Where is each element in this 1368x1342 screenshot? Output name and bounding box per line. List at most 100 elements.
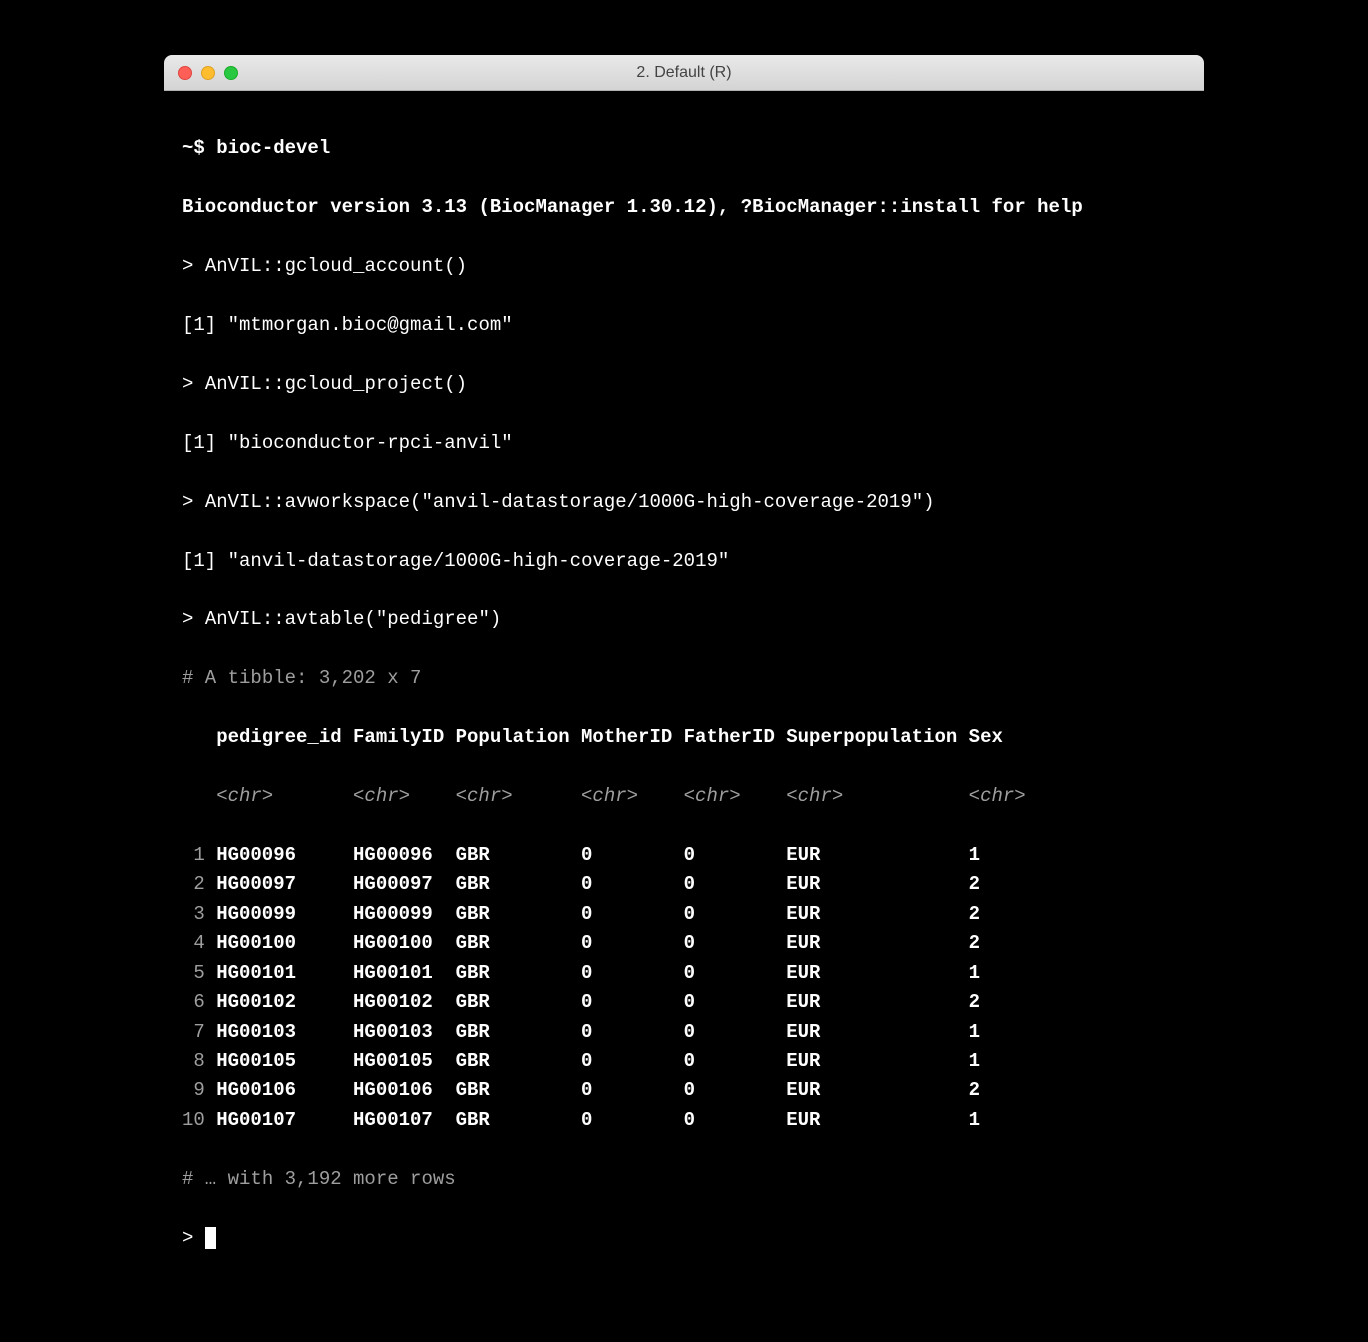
- cursor-icon: [205, 1227, 216, 1249]
- cell-sex: 1: [969, 841, 980, 870]
- cell-sex: 2: [969, 1076, 980, 1105]
- table-row: 9 HG00106 HG00106GBR00EUR2: [182, 1076, 1186, 1105]
- tibble-footer: # … with 3,192 more rows: [182, 1165, 1186, 1194]
- cell-mother-id: 0: [581, 870, 684, 899]
- r-command: AnVIL::gcloud_project(): [205, 373, 467, 395]
- row-num: 1: [182, 841, 205, 870]
- r-line: > AnVIL::avtable("pedigree"): [182, 605, 1186, 634]
- cell-pedigree-id: HG00106: [216, 1076, 341, 1105]
- cell-pedigree-id: HG00100: [216, 929, 341, 958]
- cell-father-id: 0: [684, 841, 787, 870]
- cell-sex: 1: [969, 959, 980, 988]
- cell-family-id: HG00101: [353, 959, 456, 988]
- col-header: FamilyID: [353, 723, 456, 752]
- cell-sex: 1: [969, 1106, 980, 1135]
- cell-family-id: HG00106: [353, 1076, 456, 1105]
- r-prompt: >: [182, 1227, 205, 1249]
- row-num: 2: [182, 870, 205, 899]
- cell-mother-id: 0: [581, 988, 684, 1017]
- cell-pedigree-id: HG00101: [216, 959, 341, 988]
- cell-population: GBR: [456, 870, 581, 899]
- col-header: Superpopulation: [786, 723, 968, 752]
- cell-family-id: HG00099: [353, 900, 456, 929]
- cell-superpopulation: EUR: [786, 870, 968, 899]
- cell-mother-id: 0: [581, 900, 684, 929]
- terminal-window: 2. Default (R) ~$ bioc-devel Bioconducto…: [164, 55, 1204, 1342]
- cell-mother-id: 0: [581, 1047, 684, 1076]
- cell-superpopulation: EUR: [786, 1018, 968, 1047]
- row-num: 3: [182, 900, 205, 929]
- row-num: 6: [182, 988, 205, 1017]
- cell-superpopulation: EUR: [786, 959, 968, 988]
- cell-mother-id: 0: [581, 1018, 684, 1047]
- row-num: 8: [182, 1047, 205, 1076]
- cell-superpopulation: EUR: [786, 988, 968, 1017]
- cell-father-id: 0: [684, 929, 787, 958]
- cell-family-id: HG00107: [353, 1106, 456, 1135]
- close-icon[interactable]: [178, 66, 192, 80]
- cell-population: GBR: [456, 1047, 581, 1076]
- tibble-summary: # A tibble: 3,202 x 7: [182, 664, 1186, 693]
- r-line: > AnVIL::gcloud_project(): [182, 370, 1186, 399]
- cell-sex: 2: [969, 900, 980, 929]
- table-row: 10 HG00107 HG00107GBR00EUR1: [182, 1106, 1186, 1135]
- tibble-types: <chr> <chr><chr><chr><chr><chr><chr>: [182, 782, 1186, 811]
- cell-superpopulation: EUR: [786, 1106, 968, 1135]
- cell-pedigree-id: HG00097: [216, 870, 341, 899]
- cell-father-id: 0: [684, 870, 787, 899]
- r-prompt: >: [182, 373, 205, 395]
- table-row: 3 HG00099 HG00099GBR00EUR2: [182, 900, 1186, 929]
- shell-prompt: ~$: [182, 137, 216, 159]
- cell-population: GBR: [456, 1106, 581, 1135]
- banner-line: Bioconductor version 3.13 (BiocManager 1…: [182, 193, 1186, 222]
- cell-father-id: 0: [684, 959, 787, 988]
- shell-line: ~$ bioc-devel: [182, 134, 1186, 163]
- cell-superpopulation: EUR: [786, 1076, 968, 1105]
- cell-mother-id: 0: [581, 841, 684, 870]
- minimize-icon[interactable]: [201, 66, 215, 80]
- zoom-icon[interactable]: [224, 66, 238, 80]
- window-controls: [164, 66, 238, 80]
- r-command: AnVIL::avtable("pedigree"): [205, 608, 501, 630]
- window-titlebar[interactable]: 2. Default (R): [164, 55, 1204, 91]
- cell-family-id: HG00105: [353, 1047, 456, 1076]
- cell-superpopulation: EUR: [786, 900, 968, 929]
- table-row: 5 HG00101 HG00101GBR00EUR1: [182, 959, 1186, 988]
- col-type: <chr>: [216, 782, 341, 811]
- cell-father-id: 0: [684, 1047, 787, 1076]
- cell-pedigree-id: HG00107: [216, 1106, 341, 1135]
- cell-mother-id: 0: [581, 929, 684, 958]
- col-type: <chr>: [786, 782, 968, 811]
- cell-family-id: HG00103: [353, 1018, 456, 1047]
- cell-population: GBR: [456, 841, 581, 870]
- cell-population: GBR: [456, 1076, 581, 1105]
- cell-sex: 2: [969, 988, 980, 1017]
- cell-population: GBR: [456, 929, 581, 958]
- r-prompt: >: [182, 491, 205, 513]
- col-type: <chr>: [969, 782, 1026, 811]
- tibble-header: pedigree_id FamilyIDPopulationMotherIDFa…: [182, 723, 1186, 752]
- row-num: 10: [182, 1106, 205, 1135]
- window-title: 2. Default (R): [164, 64, 1204, 82]
- cell-mother-id: 0: [581, 959, 684, 988]
- terminal-body[interactable]: ~$ bioc-devel Bioconductor version 3.13 …: [164, 91, 1204, 1342]
- r-output: [1] "mtmorgan.bioc@gmail.com": [182, 311, 1186, 340]
- r-prompt: >: [182, 255, 205, 277]
- cell-pedigree-id: HG00105: [216, 1047, 341, 1076]
- cell-family-id: HG00097: [353, 870, 456, 899]
- cell-father-id: 0: [684, 1106, 787, 1135]
- table-row: 4 HG00100 HG00100GBR00EUR2: [182, 929, 1186, 958]
- cell-mother-id: 0: [581, 1106, 684, 1135]
- cell-pedigree-id: HG00103: [216, 1018, 341, 1047]
- cell-sex: 1: [969, 1047, 980, 1076]
- cell-sex: 1: [969, 1018, 980, 1047]
- cell-family-id: HG00102: [353, 988, 456, 1017]
- r-command: AnVIL::avworkspace("anvil-datastorage/10…: [205, 491, 935, 513]
- r-output: [1] "anvil-datastorage/1000G-high-covera…: [182, 547, 1186, 576]
- row-num: 4: [182, 929, 205, 958]
- cell-mother-id: 0: [581, 1076, 684, 1105]
- r-output: [1] "bioconductor-rpci-anvil": [182, 429, 1186, 458]
- table-row: 2 HG00097 HG00097GBR00EUR2: [182, 870, 1186, 899]
- col-header: Population: [456, 723, 581, 752]
- r-prompt: >: [182, 608, 205, 630]
